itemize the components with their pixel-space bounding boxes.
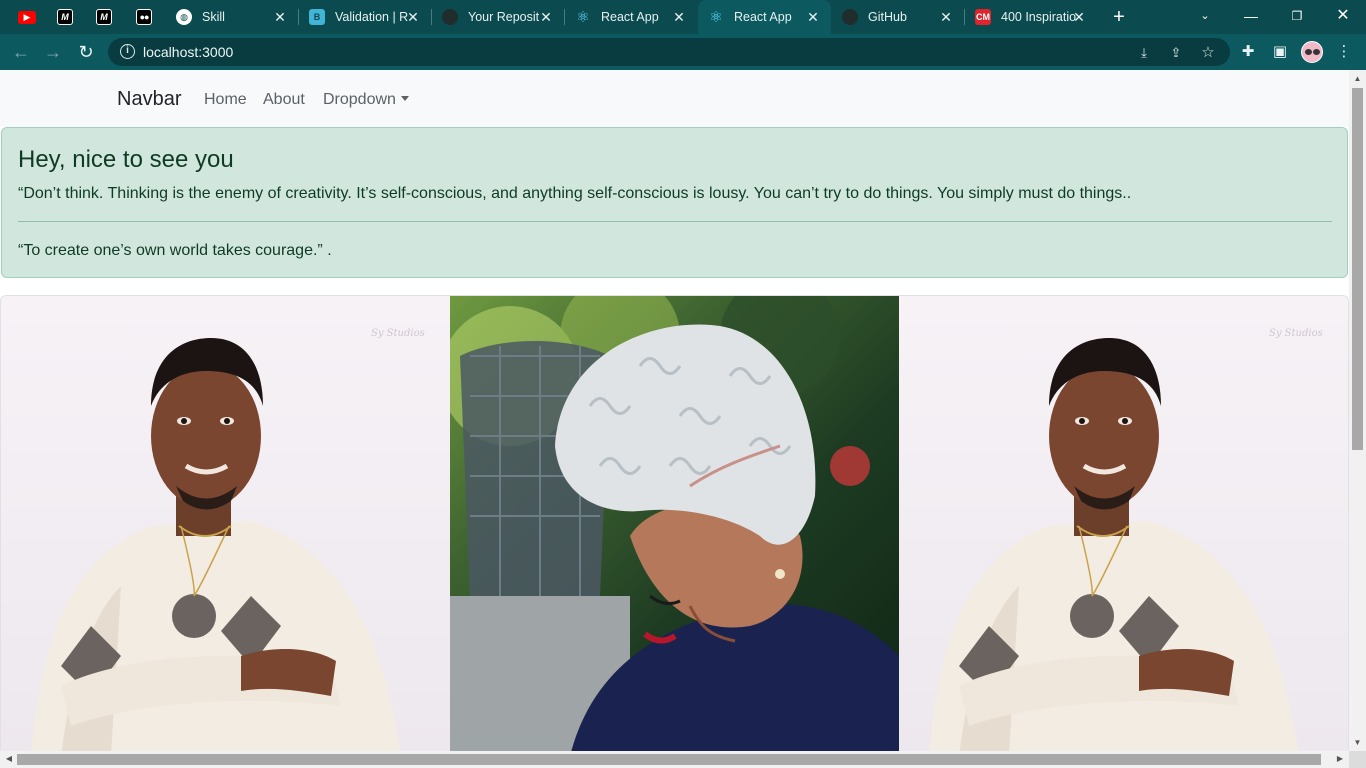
alert-divider	[18, 221, 1332, 222]
cm-icon: CM	[975, 9, 991, 25]
tab-strip: ▶ M M ●● ◍ Skill ✕ B Validation | R ✕ Yo…	[0, 0, 1366, 34]
scroll-up-arrow-icon[interactable]: ▲	[1353, 74, 1362, 83]
nav-link-about[interactable]: About	[263, 91, 305, 109]
nav-link-home[interactable]: Home	[204, 91, 247, 109]
close-icon[interactable]: ✕	[938, 9, 954, 25]
greeting-alert: Hey, nice to see you “Don’t think. Think…	[1, 127, 1348, 278]
extensions-puzzle-icon[interactable]: ✚	[1238, 42, 1258, 62]
photo-gallery: Sy Studios M R I	[0, 295, 1349, 751]
install-app-icon[interactable]: ⤓	[1135, 44, 1153, 62]
navbar: Navbar Home About Dropdown	[0, 70, 1349, 127]
close-icon[interactable]: ✕	[671, 9, 687, 25]
share-icon[interactable]: ⇪	[1167, 44, 1185, 62]
profile-avatar[interactable]	[1301, 41, 1323, 63]
address-url[interactable]: localhost:3000	[143, 44, 233, 60]
photo-man-left: Sy Studios M R I	[1, 296, 450, 751]
tab-validation[interactable]: B Validation | R ✕	[299, 0, 431, 34]
tab-github[interactable]: GitHub ✕	[832, 0, 964, 34]
github-icon	[442, 9, 458, 25]
horizontal-scrollbar[interactable]: ◀ ▶	[0, 751, 1349, 768]
side-panel-icon[interactable]: ▣	[1270, 42, 1290, 62]
tab-inspiration[interactable]: CM 400 Inspiratio ✕	[965, 0, 1097, 34]
tab-youtube[interactable]: ▶	[8, 0, 48, 34]
alert-quote-2: “To create one’s own world takes courage…	[18, 242, 332, 259]
medium-m-icon: M	[96, 9, 112, 25]
tab-search-button[interactable]: ⌄	[1182, 0, 1228, 34]
photo-man-right: Sy Studios M R I	[899, 296, 1348, 751]
tab-your-repositories[interactable]: Your Reposit ✕	[432, 0, 564, 34]
youtube-icon: ▶	[18, 10, 36, 24]
tab-medium-3[interactable]: ●●	[126, 0, 166, 34]
tab-title: Validation | R	[335, 10, 409, 24]
react-icon: ⚛	[709, 9, 723, 26]
close-window-button[interactable]: ✕	[1320, 0, 1366, 34]
alert-quote-1: “Don’t think. Thinking is the enemy of c…	[18, 185, 1132, 202]
tab-medium-1[interactable]: M	[47, 0, 87, 34]
minimize-button[interactable]: —	[1228, 0, 1274, 34]
photo-woman-center	[450, 296, 899, 751]
tab-title: GitHub	[868, 10, 907, 24]
tab-title: Skill	[202, 10, 225, 24]
new-tab-button[interactable]: +	[1108, 5, 1130, 29]
tab-skill[interactable]: ◍ Skill ✕	[166, 0, 298, 34]
dropdown-label: Dropdown	[323, 91, 396, 108]
medium-m-icon: M	[57, 9, 73, 25]
reload-icon[interactable]: ↻	[74, 40, 98, 64]
close-icon[interactable]: ✕	[805, 9, 821, 25]
tab-title: Your Reposit	[468, 10, 540, 24]
tab-medium-2[interactable]: M	[86, 0, 126, 34]
back-arrow-icon[interactable]: ←	[9, 40, 33, 64]
alert-heading: Hey, nice to see you	[18, 146, 234, 173]
horizontal-scroll-thumb[interactable]	[17, 754, 1321, 765]
react-icon: ⚛	[576, 9, 590, 26]
tab-react-app-active[interactable]: ⚛ React App ✕	[698, 0, 831, 34]
github-icon	[842, 9, 858, 25]
forward-arrow-icon[interactable]: →	[41, 40, 65, 64]
globe-icon: ◍	[176, 9, 192, 25]
tab-title: React App	[734, 10, 792, 24]
scrollbar-corner	[1349, 751, 1366, 768]
restore-button[interactable]: ❐	[1274, 0, 1320, 34]
site-info-icon[interactable]: i	[120, 44, 135, 59]
close-icon[interactable]: ✕	[405, 9, 421, 25]
medium-dots-icon: ●●	[136, 9, 152, 25]
bookmark-star-icon[interactable]: ☆	[1199, 44, 1217, 62]
page-viewport: Navbar Home About Dropdown Hey, nice to …	[0, 70, 1349, 751]
close-icon[interactable]: ✕	[538, 9, 554, 25]
react-bootstrap-icon: B	[309, 9, 325, 25]
nav-dropdown-toggle[interactable]: Dropdown	[323, 91, 409, 109]
vertical-scroll-thumb[interactable]	[1352, 88, 1363, 450]
close-icon[interactable]: ✕	[1071, 9, 1087, 25]
scroll-down-arrow-icon[interactable]: ▼	[1353, 738, 1362, 747]
menu-kebab-icon[interactable]: ⋮	[1334, 42, 1354, 62]
tab-react-app-1[interactable]: ⚛ React App ✕	[565, 0, 697, 34]
tab-title: React App	[601, 10, 659, 24]
browser-toolbar: ← → ↻ i localhost:3000 ⤓ ⇪ ☆ ✚ ▣ ⋮	[0, 34, 1366, 70]
close-icon[interactable]: ✕	[272, 9, 288, 25]
navbar-brand[interactable]: Navbar	[117, 88, 181, 111]
vertical-scrollbar[interactable]: ▲ ▼	[1349, 70, 1366, 751]
photo-watermark: Sy Studios	[1269, 328, 1323, 339]
address-bar[interactable]: i localhost:3000 ⤓ ⇪ ☆	[108, 38, 1230, 66]
tab-title: 400 Inspiratio	[1001, 10, 1077, 24]
caret-down-icon	[400, 96, 409, 101]
photo-watermark: Sy Studios	[371, 328, 425, 339]
scroll-right-arrow-icon[interactable]: ▶	[1334, 754, 1346, 763]
scroll-left-arrow-icon[interactable]: ◀	[3, 754, 15, 763]
